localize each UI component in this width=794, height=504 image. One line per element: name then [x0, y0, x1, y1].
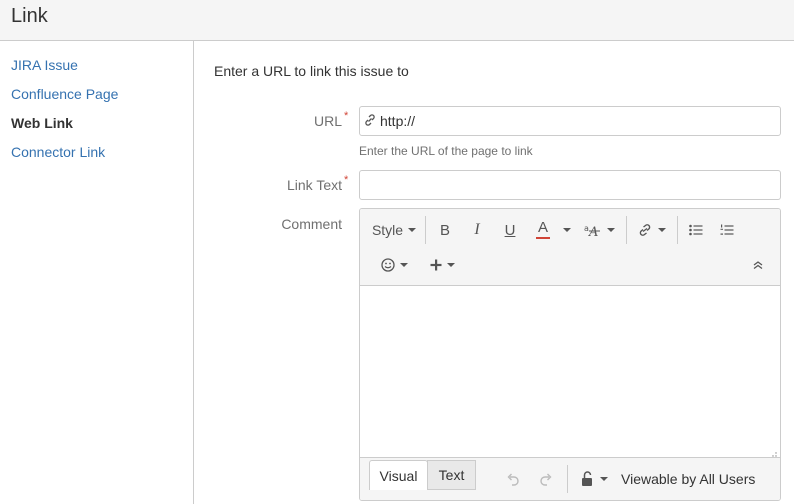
- dialog-header: Link: [0, 0, 794, 41]
- emoticon-dropdown[interactable]: [376, 250, 412, 280]
- tab-visual[interactable]: Visual: [369, 460, 428, 490]
- sidebar-item-jira-issue[interactable]: JIRA Issue: [11, 57, 78, 73]
- comment-text-area[interactable]: [360, 286, 780, 457]
- chevron-down-icon: [446, 263, 455, 267]
- form-intro-text: Enter a URL to link this issue to: [214, 63, 409, 79]
- editor-toolbar: Style B I U A aA: [360, 209, 780, 286]
- sidebar-item-confluence-page[interactable]: Confluence Page: [11, 86, 118, 102]
- chevron-down-icon: [599, 477, 608, 481]
- visibility-dropdown[interactable]: [578, 464, 610, 494]
- chevron-down-icon: [399, 263, 408, 267]
- insert-more-dropdown[interactable]: [424, 250, 460, 280]
- link-icon: [637, 223, 653, 237]
- undo-button[interactable]: [503, 464, 525, 494]
- bullet-list-button[interactable]: [684, 215, 708, 245]
- text-color-dropdown[interactable]: [560, 215, 574, 245]
- style-label: Style: [371, 222, 404, 238]
- text-color-swatch: [536, 237, 550, 239]
- url-required-mark: *: [344, 110, 349, 122]
- toolbar-divider: [677, 216, 678, 244]
- text-effects-icon: aA: [584, 223, 602, 237]
- dialog-title: Link: [11, 5, 48, 27]
- chevron-down-icon: [657, 228, 666, 232]
- chevron-down-icon: [606, 228, 615, 232]
- chevron-down-icon: [408, 228, 417, 232]
- insert-plus-icon: [430, 259, 442, 271]
- collapse-toolbar-icon: [752, 260, 764, 270]
- tab-text[interactable]: Text: [427, 460, 476, 490]
- link-icon: [363, 113, 377, 127]
- text-color-button[interactable]: A: [530, 215, 556, 245]
- redo-icon: [537, 472, 553, 486]
- url-help-text: Enter the URL of the page to link: [359, 144, 533, 158]
- italic-button[interactable]: I: [464, 215, 490, 245]
- numbered-list-button[interactable]: [715, 215, 739, 245]
- footer-divider: [567, 465, 568, 493]
- toolbar-divider: [425, 216, 426, 244]
- undo-icon: [506, 472, 522, 486]
- bullet-list-icon: [689, 224, 703, 236]
- style-dropdown[interactable]: Style: [366, 215, 422, 245]
- numbered-list-icon: [720, 224, 734, 236]
- chevron-down-icon: [563, 228, 571, 232]
- sidebar-item-web-link[interactable]: Web Link: [11, 115, 73, 131]
- text-effects-dropdown[interactable]: aA: [580, 215, 618, 245]
- link-text-input[interactable]: [359, 170, 781, 200]
- resize-grip-icon[interactable]: [769, 447, 777, 460]
- visibility-label: Viewable by All Users: [621, 471, 756, 487]
- insert-link-dropdown[interactable]: [633, 215, 669, 245]
- emoticon-icon: [380, 258, 395, 272]
- unlock-icon: [581, 471, 595, 487]
- link-text-label: Link Text: [287, 177, 342, 193]
- redo-button[interactable]: [534, 464, 556, 494]
- comment-label: Comment: [281, 216, 342, 232]
- text-color-label: A: [537, 219, 548, 236]
- sidebar-item-connector-link[interactable]: Connector Link: [11, 144, 105, 160]
- toolbar-divider: [626, 216, 627, 244]
- bold-button[interactable]: B: [432, 215, 458, 245]
- link-type-sidebar: JIRA Issue Confluence Page Web Link Conn…: [0, 41, 194, 504]
- collapse-toolbar-button[interactable]: [746, 250, 770, 280]
- underline-button[interactable]: U: [497, 215, 523, 245]
- url-label: URL: [313, 113, 342, 129]
- url-input[interactable]: [359, 106, 781, 136]
- comment-editor: Style B I U A aA Visual Text Viewable by…: [359, 208, 781, 501]
- link-text-required-mark: *: [344, 174, 349, 186]
- editor-footer: Visual Text Viewable by All Users: [360, 457, 780, 500]
